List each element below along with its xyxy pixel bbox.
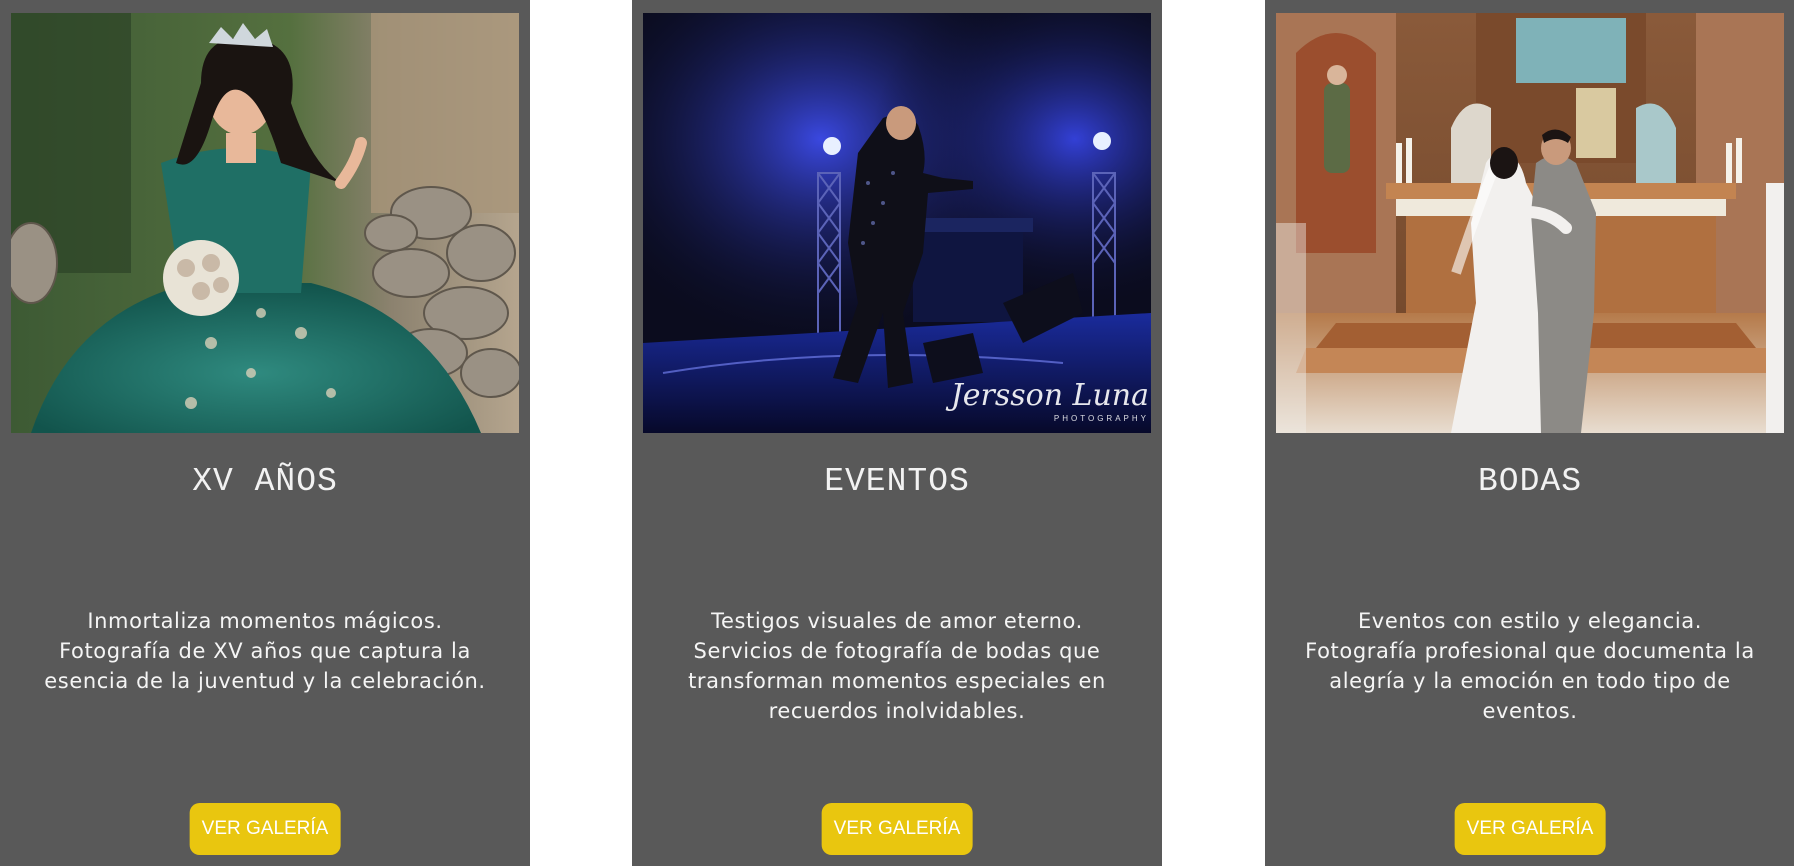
service-card-bodas: BODAS Eventos con estilo y elegancia. Fo… bbox=[1265, 0, 1794, 866]
view-gallery-button-bodas[interactable]: VER GALERÍA bbox=[1454, 803, 1606, 855]
quinceanera-photo-illustration bbox=[11, 13, 519, 433]
card-title: EVENTOS bbox=[824, 463, 970, 500]
photographer-watermark: Jersson Luna bbox=[950, 378, 1149, 413]
card-description: Inmortaliza momentos mágicos. Fotografía… bbox=[44, 609, 486, 693]
wedding-photo-illustration bbox=[1276, 13, 1784, 433]
view-gallery-button-eventos[interactable]: VER GALERÍA bbox=[821, 803, 973, 855]
services-grid: XV AÑOS Inmortaliza momentos mágicos. Fo… bbox=[0, 0, 1794, 866]
card-title: BODAS bbox=[1477, 463, 1583, 500]
card-photo-wedding bbox=[1276, 13, 1784, 433]
card-photo-quinceanera bbox=[11, 13, 519, 433]
card-photo-concert: Jersson Luna PHOTOGRAPHY bbox=[643, 13, 1151, 433]
service-card-eventos: Jersson Luna PHOTOGRAPHY EVENTOS Testigo… bbox=[632, 0, 1162, 866]
card-description: Testigos visuales de amor eterno. Servic… bbox=[688, 609, 1106, 723]
view-gallery-button-xv-anos[interactable]: VER GALERÍA bbox=[189, 803, 341, 855]
card-title: XV AÑOS bbox=[192, 463, 338, 500]
concert-photo-illustration bbox=[643, 13, 1151, 433]
service-card-xv-anos: XV AÑOS Inmortaliza momentos mágicos. Fo… bbox=[0, 0, 530, 866]
card-description: Eventos con estilo y elegancia. Fotograf… bbox=[1305, 609, 1755, 723]
photographer-watermark-subtitle: PHOTOGRAPHY bbox=[1053, 414, 1149, 423]
